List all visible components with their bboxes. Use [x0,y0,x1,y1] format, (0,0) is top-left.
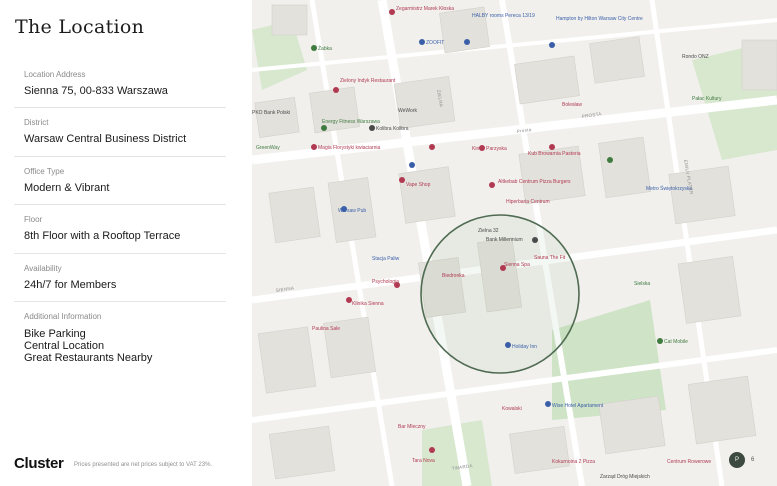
poi-label: PKO Bank Polski [252,110,290,116]
field-district: District Warsaw Central Business Distric… [14,108,226,157]
field-label: District [24,118,49,127]
page-title: The Location [15,16,145,38]
field-label: Additional Information [24,312,102,321]
poi-label: Pałac Kultury [692,96,722,102]
poi-label: Magia Florystyki kwiaciarnia [318,145,380,151]
vat-footnote: Prices presented are net prices subject … [74,462,213,468]
poi-label: Żabka [318,45,332,52]
poi-label: Zegarmistrz Marek Kłoska [396,6,454,12]
poi-label: ZOOFIT [426,40,444,46]
poi-label: Cat Mobile [664,339,688,345]
poi-label: Zielna 32 [478,228,499,234]
field-value: 24h/7 for Members [24,279,117,291]
poi-label: Rondo ONZ [682,54,709,60]
poi-label: Kub Browarnia Pasteria [528,151,581,157]
poi-label: HALBY rooms Pereca 13/19 [472,13,535,19]
poi-label: Sauna The Fit [534,255,566,261]
poi-label: Hiperbaria Centrum [506,199,550,205]
poi-label: GreenWay [256,145,280,151]
map-zoom-button[interactable]: P [729,452,745,468]
map-view[interactable]: Żabka Zegarmistrz Marek Kłoska HALBY roo… [252,0,777,486]
poi-label: Vape Shop [406,182,431,188]
field-label: Office Type [24,167,65,176]
field-value: Warsaw Central Business District [24,133,187,145]
poi-label: Kineo Parzyska [472,146,507,152]
poi-label: Kokurnoina 2 Pizza [552,459,595,465]
field-location-address: Location Address Sienna 75, 00-833 Warsz… [14,60,226,108]
poi-label: Metro Świętokrzyska [646,184,692,192]
map-zoom-count: 6 [751,457,755,463]
poi-label: Energy Fitness Warszawa [322,119,380,125]
field-floor: Floor 8th Floor with a Rooftop Terrace [14,205,226,254]
poi-label: Klinika Sienna [352,301,384,307]
poi-label: Sienna Spa [504,262,530,268]
field-label: Location Address [24,70,86,79]
additional-list: Bike Parking Central Location Great Rest… [24,328,152,364]
poi-label: Kolibra Kolibra [376,126,409,132]
field-value: 8th Floor with a Rooftop Terrace [24,230,181,242]
poi-label: WeWork [398,108,417,114]
field-additional-information: Additional Information Bike Parking Cent… [14,302,226,372]
poi-label: Hampton by Hilton Warsaw City Centre [556,16,643,22]
poi-label: Bar Mleczny [398,424,426,430]
map-canvas[interactable]: Żabka Zegarmistrz Marek Kłoska HALBY roo… [252,0,777,486]
poi-label: Sielska [634,281,650,287]
poi-label: Biedronka [442,273,465,279]
poi-label: Kowalski [502,406,522,412]
poi-label: Zielony Indyk Restaurant [340,78,396,84]
additional-item: Bike Parking [24,328,86,340]
field-value: Sienna 75, 00-833 Warszawa [24,85,168,97]
poi-label: Warsaw Pub [338,208,366,214]
poi-label: Paulina Sale [312,326,340,332]
field-label: Availability [24,264,62,273]
additional-item: Central Location [24,340,105,352]
location-panel: The Location Location Address Sienna 75,… [0,0,252,486]
field-label: Floor [24,215,43,224]
field-office-type: Office Type Modern & Vibrant [14,157,226,205]
poi-label: Tara Nova [412,458,435,464]
poi-label: Bank Millennium [486,237,523,243]
street-label: Prosta [516,127,532,134]
poi-label: Altkebab Centrum Pizza Burgers [498,179,571,185]
poi-label: Wise Hotel Apartament [552,403,604,409]
poi-label: Stacja Paliw [372,256,400,262]
poi-label: Zarząd Dróg Miejskich [600,474,650,480]
field-value: Modern & Vibrant [24,182,110,194]
cluster-logo[interactable]: Cluster [14,455,64,472]
poi-label: Holiday Inn [512,344,537,350]
poi-label: Bolesław [562,102,582,108]
additional-item: Great Restaurants Nearby [24,352,153,364]
poi-label: Centrum Rowerowe [667,459,711,465]
poi-label: Psychologia [372,279,399,285]
field-availability: Availability 24h/7 for Members [14,254,226,302]
